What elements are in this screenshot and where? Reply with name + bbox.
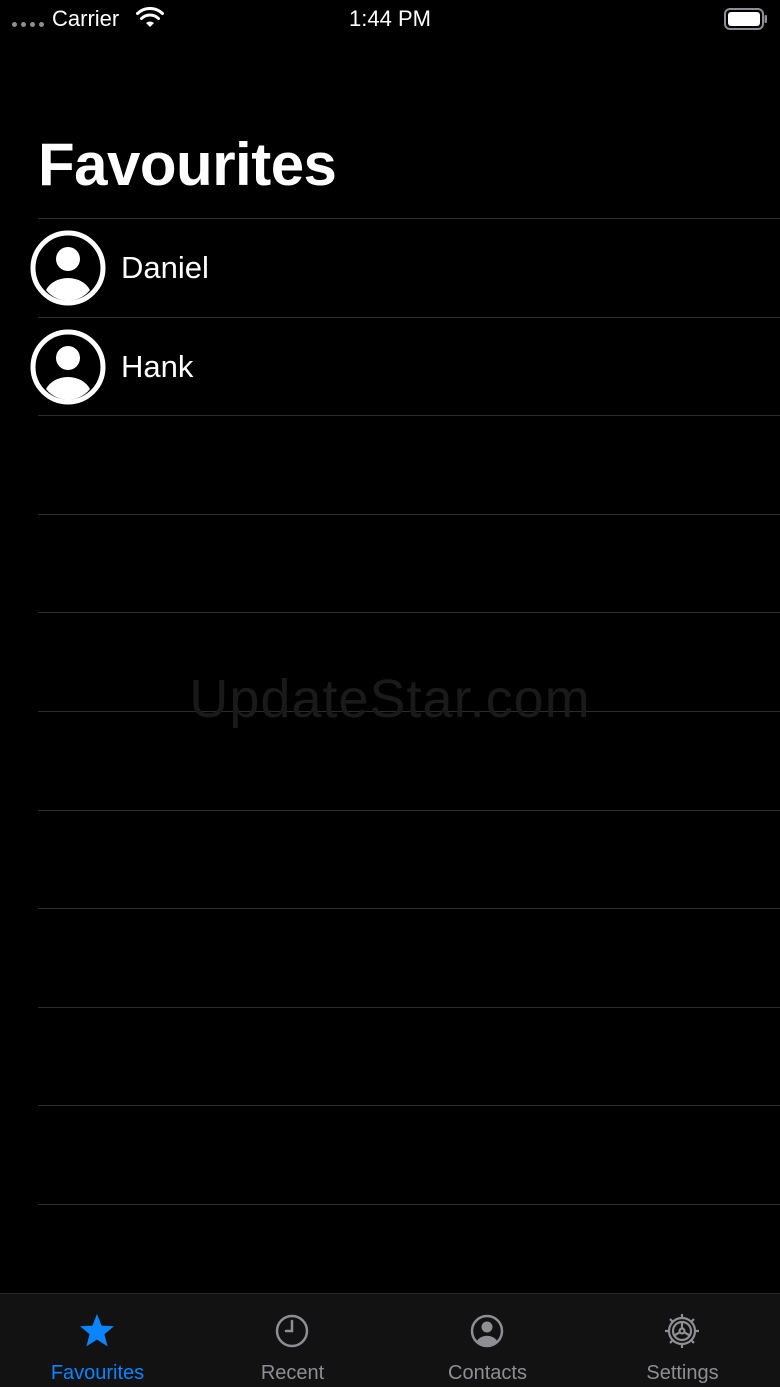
person-avatar-icon bbox=[30, 230, 106, 306]
empty-row bbox=[38, 809, 780, 909]
empty-row bbox=[38, 1105, 780, 1204]
empty-row bbox=[38, 908, 780, 1007]
watermark: UpdateStar.com bbox=[189, 669, 591, 729]
tab-settings[interactable]: Settings bbox=[585, 1294, 780, 1387]
contact-name: Hank bbox=[121, 348, 194, 384]
person-avatar-icon bbox=[30, 329, 106, 405]
empty-row bbox=[38, 1203, 780, 1205]
person-circle-icon bbox=[470, 1314, 504, 1348]
status-time: 1:44 PM bbox=[349, 6, 431, 31]
empty-row bbox=[38, 1006, 780, 1106]
empty-row bbox=[38, 415, 780, 514]
tab-label: Contacts bbox=[448, 1362, 527, 1384]
gear-icon bbox=[665, 1314, 699, 1348]
list-item[interactable]: Hank bbox=[0, 316, 780, 416]
tab-label: Settings bbox=[646, 1362, 719, 1384]
tab-label: Favourites bbox=[50, 1362, 145, 1384]
page-title: Favourites bbox=[38, 131, 337, 198]
tab-favourites[interactable]: Favourites bbox=[0, 1294, 195, 1387]
clock-icon bbox=[275, 1314, 309, 1348]
list-item[interactable]: Daniel bbox=[0, 218, 780, 317]
tab-label: Recent bbox=[260, 1362, 325, 1384]
status-bar: Carrier 1:44 PM bbox=[0, 0, 780, 40]
empty-row bbox=[38, 513, 780, 613]
favourites-screen: Carrier 1:44 PM Favourites Daniel Hank U… bbox=[0, 0, 780, 1387]
star-icon bbox=[80, 1314, 114, 1347]
tab-recent[interactable]: Recent bbox=[195, 1294, 390, 1387]
battery-icon bbox=[724, 8, 767, 30]
tab-bar: Favourites Recent Contacts Settings bbox=[0, 1293, 780, 1387]
contact-name: Daniel bbox=[121, 250, 209, 285]
tab-contacts[interactable]: Contacts bbox=[390, 1294, 585, 1387]
